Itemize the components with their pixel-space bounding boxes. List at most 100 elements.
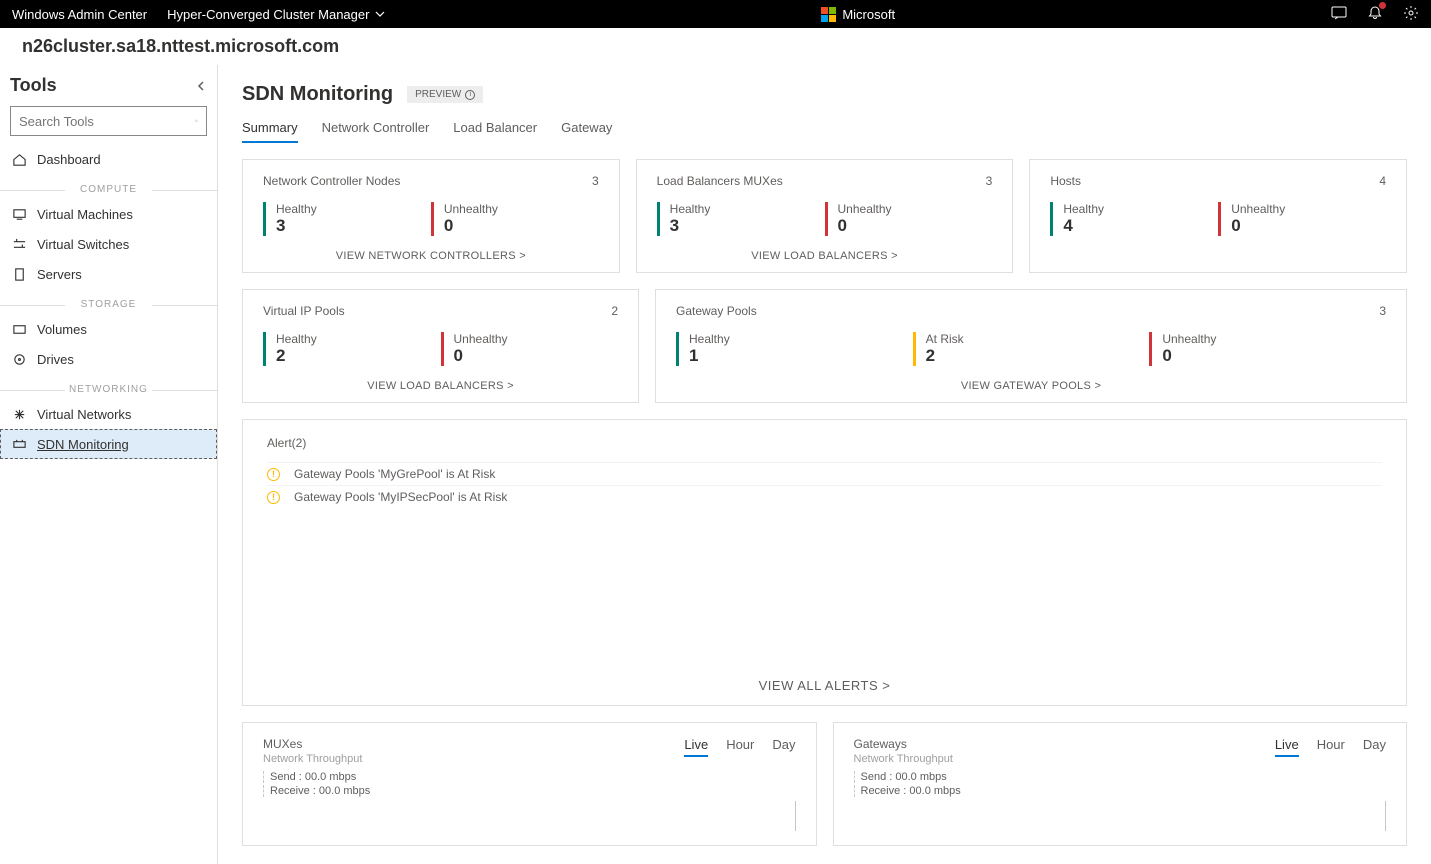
search-icon [195,114,198,128]
info-icon[interactable]: i [465,90,475,100]
brand: Microsoft [385,7,1331,22]
time-tab-live[interactable]: Live [1275,737,1299,757]
tab-gateway[interactable]: Gateway [561,120,612,143]
volume-icon [12,322,27,337]
sidebar-item-label: SDN Monitoring [37,437,129,452]
card-count: 2 [611,304,618,318]
sidebar-item-label: Virtual Networks [37,407,131,422]
card-title: Gateway Pools [676,304,757,318]
sidebar-section-storage: STORAGE [0,299,217,310]
sidebar-item-dashboard[interactable]: Dashboard [0,144,217,174]
metric-value: 2 [276,346,441,366]
card-title: Hosts [1050,174,1081,188]
metric-label: Unhealthy [454,332,619,346]
metric-unhealthy: Unhealthy 0 [441,332,619,366]
metric-healthy: Healthy 2 [263,332,441,366]
metric-label: Healthy [689,332,913,346]
card-load-balancers-muxes: Load Balancers MUXes 3 Healthy 3 Unhealt… [636,159,1014,273]
time-tab-hour[interactable]: Hour [1317,737,1345,757]
preview-badge: PREVIEW i [407,86,483,103]
search-input-field[interactable] [19,114,195,129]
sidebar-item-label: Volumes [37,322,87,337]
chart-muxes: MUXes Network Throughput Live Hour Day S… [242,722,817,846]
metric-label: Healthy [670,202,825,216]
card-count: 3 [1379,304,1386,318]
search-tools-input[interactable] [10,106,207,136]
collapse-sidebar-icon[interactable] [195,80,207,92]
alert-text: Gateway Pools 'MyGrePool' is At Risk [294,467,495,481]
chart-plot-area [854,801,1387,831]
card-count: 4 [1379,174,1386,188]
metric-value: 0 [1231,216,1386,236]
chart-gateways: Gateways Network Throughput Live Hour Da… [833,722,1408,846]
metric-value: 3 [276,216,431,236]
alert-text: Gateway Pools 'MyIPSecPool' is At Risk [294,490,507,504]
sidebar-item-vms[interactable]: Virtual Machines [0,199,217,229]
card-count: 3 [986,174,993,188]
sidebar-item-drives[interactable]: Drives [0,344,217,374]
metric-label: Healthy [1063,202,1218,216]
vm-icon [12,207,27,222]
card-title: Virtual IP Pools [263,304,345,318]
time-tab-day[interactable]: Day [1363,737,1386,757]
sidebar-item-label: Dashboard [37,152,101,167]
metric-healthy: Healthy 3 [657,202,825,236]
drive-icon [12,352,27,367]
chart-plot-area [263,801,796,831]
host-name: n26cluster.sa18.nttest.microsoft.com [0,28,1431,65]
view-all-alerts-link[interactable]: VIEW ALL ALERTS > [267,678,1382,693]
metric-label: Unhealthy [838,202,993,216]
time-tab-live[interactable]: Live [684,737,708,757]
alert-row[interactable]: ! Gateway Pools 'MyGrePool' is At Risk [267,462,1382,485]
view-network-controllers-link[interactable]: VIEW NETWORK CONTROLLERS > [263,250,599,262]
notifications-icon[interactable] [1367,5,1383,24]
manager-dropdown[interactable]: Hyper-Converged Cluster Manager [167,7,385,22]
time-range-tabs: Live Hour Day [1275,737,1386,757]
tab-network-controller[interactable]: Network Controller [322,120,430,143]
chart-send-stat: Send : 00.0 mbps [263,771,796,783]
chart-receive-stat: Receive : 00.0 mbps [854,785,1387,797]
feedback-icon[interactable] [1331,5,1347,24]
metric-unhealthy: Unhealthy 0 [1218,202,1386,236]
chart-title: Gateways [854,737,953,751]
sidebar-item-sdn[interactable]: SDN Monitoring [0,429,217,459]
time-range-tabs: Live Hour Day [684,737,795,757]
main-content: SDN Monitoring PREVIEW i Summary Network… [218,65,1431,864]
metric-label: At Risk [926,332,1150,346]
tab-load-balancer[interactable]: Load Balancer [453,120,537,143]
sidebar-item-label: Virtual Switches [37,237,129,252]
metric-label: Unhealthy [444,202,599,216]
home-icon [12,152,27,167]
metric-unhealthy: Unhealthy 0 [825,202,993,236]
warning-icon: ! [267,491,280,504]
metric-label: Unhealthy [1162,332,1386,346]
alert-row[interactable]: ! Gateway Pools 'MyIPSecPool' is At Risk [267,485,1382,508]
view-load-balancers-link[interactable]: VIEW LOAD BALANCERS > [657,250,993,262]
sidebar-item-volumes[interactable]: Volumes [0,314,217,344]
tabs: Summary Network Controller Load Balancer… [242,120,1407,143]
time-tab-hour[interactable]: Hour [726,737,754,757]
metric-label: Healthy [276,202,431,216]
sidebar-item-vswitches[interactable]: Virtual Switches [0,229,217,259]
metric-healthy: Healthy 4 [1050,202,1218,236]
product-name: Windows Admin Center [12,7,147,22]
alerts-card: Alert(2) ! Gateway Pools 'MyGrePool' is … [242,419,1407,706]
tab-summary[interactable]: Summary [242,120,298,143]
microsoft-logo-icon [821,7,836,22]
metric-at-risk: At Risk 2 [913,332,1150,366]
chart-title: MUXes [263,737,362,751]
sidebar-title: Tools [10,75,57,96]
metric-value: 0 [838,216,993,236]
page-title: SDN Monitoring [242,83,393,106]
view-load-balancers-link[interactable]: VIEW LOAD BALANCERS > [263,380,618,392]
sidebar-item-vnets[interactable]: Virtual Networks [0,399,217,429]
chart-subtitle: Network Throughput [263,753,362,765]
sidebar-item-servers[interactable]: Servers [0,259,217,289]
card-gateway-pools: Gateway Pools 3 Healthy 1 At Risk 2 Unhe… [655,289,1407,403]
view-gateway-pools-link[interactable]: VIEW GATEWAY POOLS > [676,380,1386,392]
card-title: Network Controller Nodes [263,174,400,188]
chart-receive-stat: Receive : 00.0 mbps [263,785,796,797]
alerts-title: Alert(2) [267,436,1382,450]
time-tab-day[interactable]: Day [772,737,795,757]
settings-icon[interactable] [1403,5,1419,24]
